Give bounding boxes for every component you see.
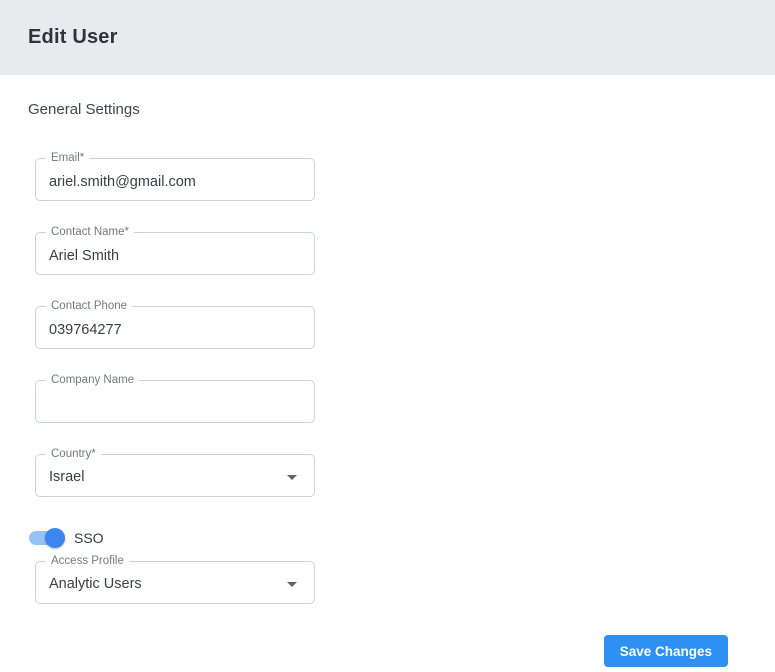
- email-field[interactable]: Email*: [35, 158, 315, 201]
- contact-name-input[interactable]: [36, 233, 314, 274]
- access-profile-select[interactable]: Access Profile Analytic Users: [35, 561, 315, 604]
- country-select-label: Country*: [46, 448, 101, 461]
- company-name-field-label: Company Name: [46, 374, 139, 387]
- page-title: Edit User: [28, 26, 118, 49]
- email-field-label: Email*: [46, 152, 89, 165]
- access-profile-select-label: Access Profile: [46, 555, 129, 568]
- sso-toggle[interactable]: [29, 528, 65, 548]
- contact-name-field[interactable]: Contact Name*: [35, 232, 315, 275]
- edit-user-form-panel: General Settings Email* Contact Name* Co…: [0, 101, 775, 667]
- country-select[interactable]: Country* Israel: [35, 454, 315, 497]
- page-header: Edit User: [0, 0, 775, 75]
- email-input[interactable]: [36, 159, 314, 200]
- company-name-input[interactable]: [36, 381, 314, 422]
- contact-phone-input[interactable]: [36, 307, 314, 348]
- sso-toggle-row: SSO: [29, 528, 747, 548]
- sso-toggle-label: SSO: [74, 530, 104, 546]
- general-settings-form: Email* Contact Name* Contact Phone Compa…: [35, 158, 747, 604]
- contact-phone-field[interactable]: Contact Phone: [35, 306, 315, 349]
- contact-name-field-label: Contact Name*: [46, 226, 134, 239]
- form-footer: Save Changes: [28, 635, 747, 667]
- dropdown-arrow-icon: [287, 475, 297, 480]
- dropdown-arrow-icon: [287, 582, 297, 587]
- company-name-field[interactable]: Company Name: [35, 380, 315, 423]
- toggle-thumb: [45, 528, 65, 548]
- save-changes-button[interactable]: Save Changes: [604, 635, 728, 667]
- contact-phone-field-label: Contact Phone: [46, 300, 132, 313]
- section-title-general-settings: General Settings: [28, 101, 747, 118]
